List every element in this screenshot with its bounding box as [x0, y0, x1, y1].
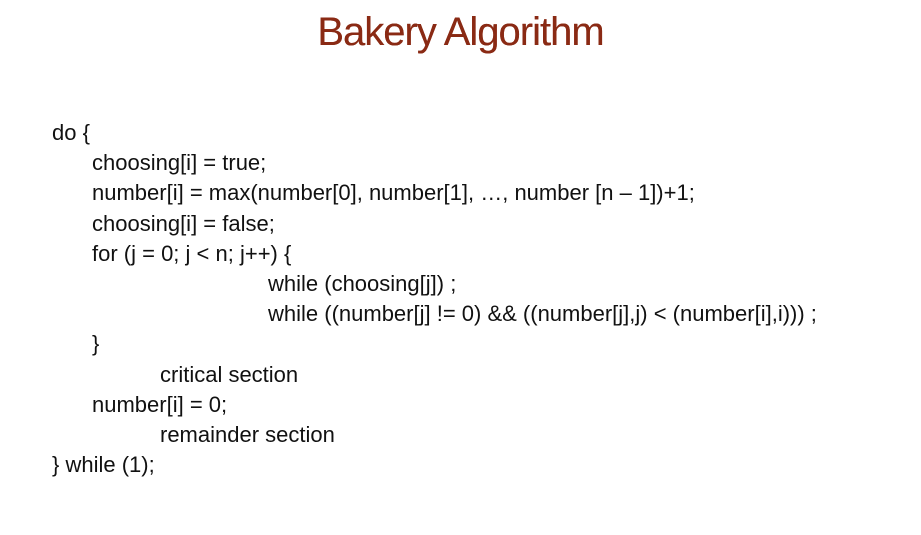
code-line-while-end: } while (1);	[52, 452, 155, 478]
code-line-while-choosing: while (choosing[j]) ;	[268, 270, 457, 296]
code-line-number-reset: number[i] = 0;	[92, 391, 228, 417]
code-line-number-max: number[i] = max(number[0], number[1], …,…	[92, 180, 695, 206]
code-block: do { choosing[i] = true; number[i] = max…	[52, 118, 912, 480]
slide: Bakery Algorithm do { choosing[i] = true…	[0, 0, 921, 535]
code-line-choosing-false: choosing[i] = false;	[92, 210, 275, 236]
code-line-for-loop: for (j = 0; j < n; j++) {	[92, 240, 292, 266]
code-line-critical-section: critical section	[160, 361, 299, 387]
code-line-choosing-true: choosing[i] = true;	[92, 150, 267, 176]
code-line-do: do {	[52, 120, 90, 145]
slide-title: Bakery Algorithm	[317, 10, 604, 54]
code-line-while-number: while ((number[j] != 0) && ((number[j],j…	[268, 301, 817, 327]
code-line-remainder-section: remainder section	[160, 421, 335, 447]
code-line-for-close: }	[92, 331, 100, 357]
